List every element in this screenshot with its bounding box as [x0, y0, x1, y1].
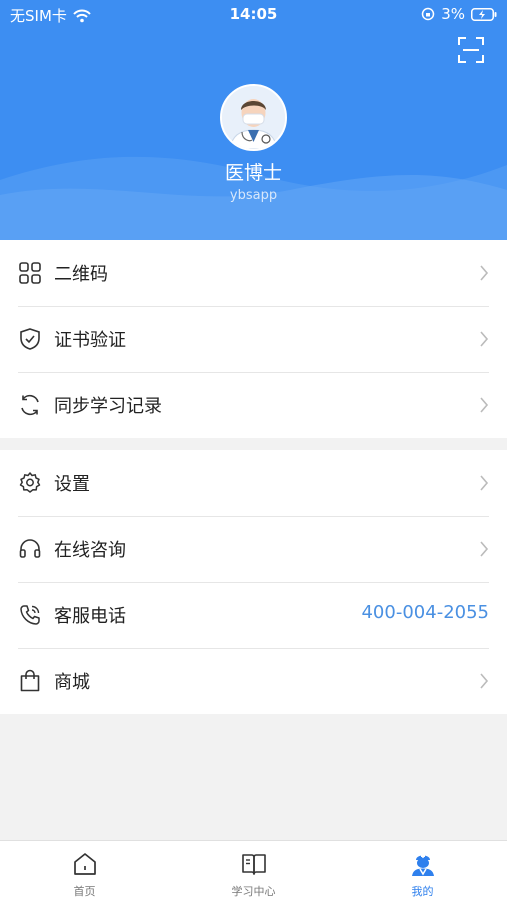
chevron-right-icon	[480, 475, 489, 491]
menu-item-label: 商城	[54, 672, 90, 693]
phone-icon	[18, 603, 42, 627]
tab-label: 首页	[73, 885, 96, 898]
hotline-number[interactable]: 400-004-2055	[361, 602, 489, 623]
qrcode-icon	[18, 261, 42, 285]
menu-item-label: 二维码	[54, 264, 108, 285]
doctor-avatar-illustration	[222, 86, 285, 149]
doctor-icon	[411, 854, 434, 876]
book-icon	[241, 854, 266, 875]
chevron-right-icon	[480, 541, 489, 557]
chevron-right-icon	[480, 673, 489, 689]
profile-header: 无SIM卡 14:05 3% 医博士 ybsapp	[0, 0, 507, 240]
menu-item-label: 在线咨询	[54, 540, 126, 561]
menu-item-certificate-verify[interactable]: 证书验证	[0, 306, 507, 372]
headset-icon	[18, 537, 42, 561]
menu-item-settings[interactable]: 设置	[0, 450, 507, 516]
menu-item-online-consult[interactable]: 在线咨询	[0, 516, 507, 582]
tab-home[interactable]: 首页	[0, 841, 169, 900]
menu-item-qrcode[interactable]: 二维码	[0, 240, 507, 306]
menu-item-sync-records[interactable]: 同步学习记录	[0, 372, 507, 438]
user-name: 医博士	[224, 162, 282, 184]
shield-check-icon	[18, 327, 42, 351]
orientation-lock-icon	[421, 7, 435, 21]
battery-charging-icon	[471, 7, 497, 21]
menu-item-label: 客服电话	[54, 606, 126, 627]
tab-mine[interactable]: 我的	[338, 841, 507, 900]
avatar[interactable]	[220, 84, 287, 151]
menu-group-service: 设置 在线咨询 客服电话 400-004-2055 商城	[0, 450, 507, 714]
home-icon	[73, 853, 96, 875]
profile-screen: 无SIM卡 14:05 3% 医博士 ybsapp 二维码 证书验证 同步学习记…	[0, 0, 507, 900]
tab-label: 我的	[411, 885, 434, 898]
chevron-right-icon	[480, 397, 489, 413]
menu-item-label: 同步学习记录	[54, 396, 162, 417]
status-bar: 无SIM卡 14:05 3%	[0, 0, 507, 28]
menu-item-mall[interactable]: 商城	[0, 648, 507, 714]
gear-icon	[18, 471, 42, 495]
tab-label: 学习中心	[231, 885, 276, 898]
menu-item-label: 证书验证	[54, 330, 126, 351]
chevron-right-icon	[480, 265, 489, 281]
bottom-tab-bar: 首页 学习中心 我的	[0, 840, 507, 900]
tab-learning-center[interactable]: 学习中心	[169, 841, 338, 900]
menu-group-account: 二维码 证书验证 同步学习记录	[0, 240, 507, 438]
sync-icon	[18, 393, 42, 417]
shopping-bag-icon	[18, 669, 42, 693]
menu-item-hotline[interactable]: 客服电话 400-004-2055	[0, 582, 507, 648]
scan-icon[interactable]	[457, 36, 485, 64]
user-id: ybsapp	[229, 188, 278, 203]
battery-percentage: 3%	[441, 5, 465, 23]
menu-item-label: 设置	[54, 474, 90, 495]
chevron-right-icon	[480, 331, 489, 347]
